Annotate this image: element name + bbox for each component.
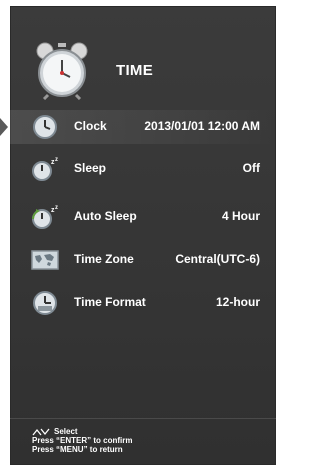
help-text: Select Press “ENTER” to confirm Press “M…: [32, 427, 132, 454]
menu-item-label: Sleep: [74, 161, 107, 175]
sleep-timer-icon: z z: [32, 157, 58, 181]
help-divider: [10, 418, 276, 419]
help-select-line: Select: [32, 427, 132, 436]
menu-item-time-zone[interactable]: Time Zone Central(UTC-6): [10, 243, 276, 277]
help-confirm-label: Press “ENTER” to confirm: [32, 436, 133, 445]
auto-sleep-icon: z z: [32, 205, 58, 229]
help-select-label: Select: [54, 427, 78, 436]
time-zone-value: Central(UTC-6): [175, 252, 260, 266]
menu-header: TIME: [10, 6, 276, 106]
svg-text:z: z: [55, 205, 58, 211]
clock-value: 2013/01/01 12:00 AM: [144, 119, 260, 133]
clock-icon: [33, 115, 57, 139]
world-map-icon: [31, 250, 59, 270]
auto-sleep-value: 4 Hour: [221, 209, 260, 223]
menu-item-label: Time Zone: [74, 252, 134, 266]
menu-item-label: Clock: [74, 119, 107, 133]
time-format-value: 12-hour: [215, 295, 260, 309]
alarm-clock-icon: [36, 42, 88, 100]
help-return-label: Press “MENU” to return: [32, 445, 123, 454]
svg-text:z: z: [55, 157, 58, 163]
menu-item-sleep[interactable]: z z Sleep Off: [10, 152, 276, 186]
menu-item-time-format[interactable]: Time Format 12-hour: [10, 286, 276, 320]
menu-item-label: Time Format: [74, 295, 146, 309]
time-settings-panel: TIME Clock 2013/01/01 12:00 AM z z Sleep…: [0, 6, 276, 465]
page-title: TIME: [116, 62, 154, 79]
time-format-icon: [33, 291, 57, 315]
menu-item-clock[interactable]: Clock 2013/01/01 12:00 AM: [0, 110, 276, 144]
selection-indicator: [0, 118, 8, 136]
sleep-value: Off: [242, 161, 260, 175]
menu-item-label: Auto Sleep: [74, 209, 137, 223]
up-down-arrows-icon: [32, 428, 50, 435]
menu-item-auto-sleep[interactable]: z z Auto Sleep 4 Hour: [10, 200, 276, 234]
